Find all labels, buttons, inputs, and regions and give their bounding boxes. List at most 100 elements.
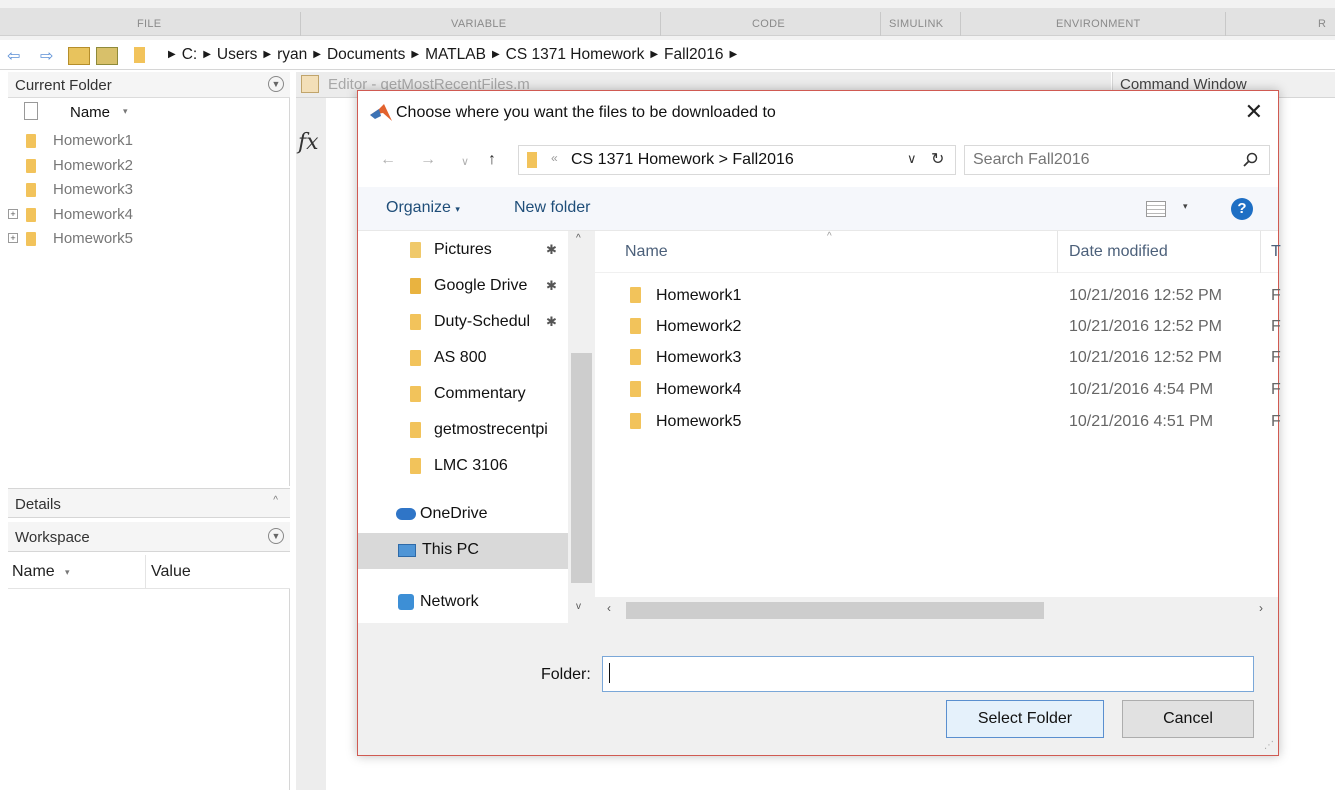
column-header[interactable]: Name ▾ <box>8 102 288 126</box>
nav-item-label: getmostrecentpi <box>434 421 548 438</box>
crumb-ryan[interactable]: ryan <box>277 46 307 63</box>
scrollbar-thumb[interactable] <box>626 602 1044 619</box>
file-type: F <box>1271 381 1281 398</box>
nav-item-network[interactable]: Network <box>396 585 568 619</box>
folder-field[interactable] <box>602 656 1254 692</box>
file-date: 10/21/2016 4:51 PM <box>1069 413 1214 430</box>
dropdown-icon: ▾ <box>455 204 460 214</box>
pin-icon[interactable]: ✱ <box>546 314 557 330</box>
scroll-right-icon[interactable]: › <box>1259 601 1263 615</box>
nav-pane-scrollbar[interactable]: ^ v <box>568 231 595 623</box>
section-file[interactable]: FILE <box>137 18 161 30</box>
file-row[interactable]: Homework4 10/21/2016 4:54 PM F <box>595 375 1281 406</box>
edit-icon <box>301 75 319 93</box>
file-row[interactable]: Homework2 10/21/2016 12:52 PM F <box>595 312 1281 343</box>
dialog-title: Choose where you want the files to be do… <box>396 104 776 121</box>
nav-item-pictures[interactable]: Pictures ✱ <box>410 233 568 267</box>
sort-icon: ▾ <box>123 106 128 116</box>
panel-menu-icon[interactable]: ▼ <box>268 76 284 92</box>
nav-item-label: Commentary <box>434 385 526 402</box>
path-chevron-icon[interactable]: « <box>551 151 558 165</box>
new-folder-button[interactable]: New folder <box>514 199 590 217</box>
back-icon[interactable]: ⇦ <box>7 46 20 66</box>
refresh-icon[interactable]: ↻ <box>931 149 944 169</box>
path-dropdown-icon[interactable]: ∨ <box>907 151 917 167</box>
details-header[interactable]: Details ^ <box>8 488 290 518</box>
expand-icon[interactable]: + <box>8 233 18 243</box>
scrollbar-thumb[interactable] <box>571 353 592 583</box>
file-row[interactable]: Homework3 10/21/2016 12:52 PM F <box>595 343 1281 374</box>
horizontal-scrollbar[interactable]: ‹ › <box>595 597 1278 623</box>
function-browser-icon[interactable]: fx <box>298 130 319 155</box>
recent-locations-icon[interactable]: ∨ <box>461 155 469 168</box>
nav-item-google-drive[interactable]: Google Drive ✱ <box>410 269 568 303</box>
nav-item-as-800[interactable]: AS 800 <box>410 341 568 375</box>
dialog-command-bar: Organize ▾ New folder ▾ ? <box>358 187 1278 231</box>
nav-item-duty-schedule[interactable]: Duty-Schedul ✱ <box>410 305 568 339</box>
section-divider <box>960 12 961 36</box>
section-code[interactable]: CODE <box>752 18 785 30</box>
breadcrumb-separator: ▶ <box>263 49 272 60</box>
file-type: F <box>1271 349 1281 366</box>
workspace-name-column[interactable]: Name <box>12 563 55 581</box>
column-date-modified[interactable]: Date modified <box>1069 243 1168 261</box>
folder-icon <box>26 134 36 148</box>
search-input[interactable] <box>973 151 1233 169</box>
section-environment[interactable]: ENVIRONMENT <box>1056 18 1141 30</box>
nav-item-this-pc[interactable]: This PC <box>358 533 568 569</box>
crumb-c[interactable]: C: <box>182 46 198 63</box>
file-row[interactable]: Homework5 10/21/2016 4:51 PM F <box>595 407 1281 438</box>
nav-item-getmostrecent[interactable]: getmostrecentpi <box>410 413 568 447</box>
view-options-icon[interactable] <box>1146 201 1166 217</box>
resize-grip-icon[interactable]: ⋰ <box>1264 740 1274 751</box>
crumb-cs1371[interactable]: CS 1371 Homework <box>506 46 645 63</box>
scroll-left-icon[interactable]: ‹ <box>607 601 611 615</box>
organize-button[interactable]: Organize ▾ <box>386 199 460 217</box>
crumb-documents[interactable]: Documents <box>327 46 405 63</box>
section-simulink[interactable]: SIMULINK <box>889 18 943 30</box>
crumb-fall2016[interactable]: Fall2016 <box>664 46 723 63</box>
panel-menu-icon[interactable]: ▼ <box>268 528 284 544</box>
scroll-down-icon[interactable]: v <box>576 601 581 612</box>
breadcrumb-separator[interactable]: ▶ <box>730 49 738 60</box>
breadcrumb-separator: ▶ <box>491 49 500 60</box>
close-icon[interactable]: ✕ <box>1245 99 1263 125</box>
browse-folder-icon[interactable] <box>96 47 118 65</box>
pictures-folder-icon <box>410 242 421 258</box>
section-resources[interactable]: R <box>1318 18 1326 30</box>
pin-icon[interactable]: ✱ <box>546 242 557 258</box>
column-name[interactable]: Name <box>625 243 668 261</box>
expand-icon[interactable]: + <box>8 209 18 219</box>
up-folder-icon[interactable] <box>68 47 90 65</box>
collapse-icon[interactable]: ^ <box>273 495 278 506</box>
select-folder-button[interactable]: Select Folder <box>946 700 1104 738</box>
search-box[interactable] <box>964 145 1270 175</box>
nav-item-commentary[interactable]: Commentary <box>410 377 568 411</box>
up-icon[interactable]: ↑ <box>488 151 496 169</box>
list-item-label: Homework4 <box>53 206 134 223</box>
nav-item-lmc-3106[interactable]: LMC 3106 <box>410 449 568 483</box>
dialog-title-bar[interactable]: Choose where you want the files to be do… <box>358 91 1278 135</box>
nav-item-label: Network <box>420 593 479 610</box>
crumb-matlab[interactable]: MATLAB <box>425 46 486 63</box>
cancel-button[interactable]: Cancel <box>1122 700 1254 738</box>
dropdown-icon[interactable]: ▾ <box>1183 201 1188 212</box>
column-type[interactable]: T <box>1271 243 1281 261</box>
crumb-users[interactable]: Users <box>217 46 257 63</box>
forward-icon[interactable]: ⇨ <box>40 46 53 66</box>
nav-item-onedrive[interactable]: OneDrive <box>396 497 568 531</box>
section-variable[interactable]: VARIABLE <box>451 18 506 30</box>
section-divider <box>660 12 661 36</box>
back-icon[interactable]: ← <box>380 151 396 169</box>
pin-icon[interactable]: ✱ <box>546 278 557 294</box>
search-icon[interactable] <box>1243 152 1259 168</box>
folder-input[interactable] <box>609 664 1239 682</box>
path-crumbs[interactable]: CS 1371 Homework > Fall2016 <box>571 151 794 169</box>
help-icon[interactable]: ? <box>1231 198 1253 220</box>
folder-icon <box>630 318 641 334</box>
file-row[interactable]: Homework1 10/21/2016 12:52 PM F <box>595 281 1281 312</box>
path-box[interactable]: « CS 1371 Homework > Fall2016 ∨ ↻ <box>518 145 956 175</box>
workspace-value-column[interactable]: Value <box>151 563 191 581</box>
forward-icon[interactable]: → <box>420 151 436 169</box>
scroll-up-icon[interactable]: ^ <box>576 233 581 244</box>
